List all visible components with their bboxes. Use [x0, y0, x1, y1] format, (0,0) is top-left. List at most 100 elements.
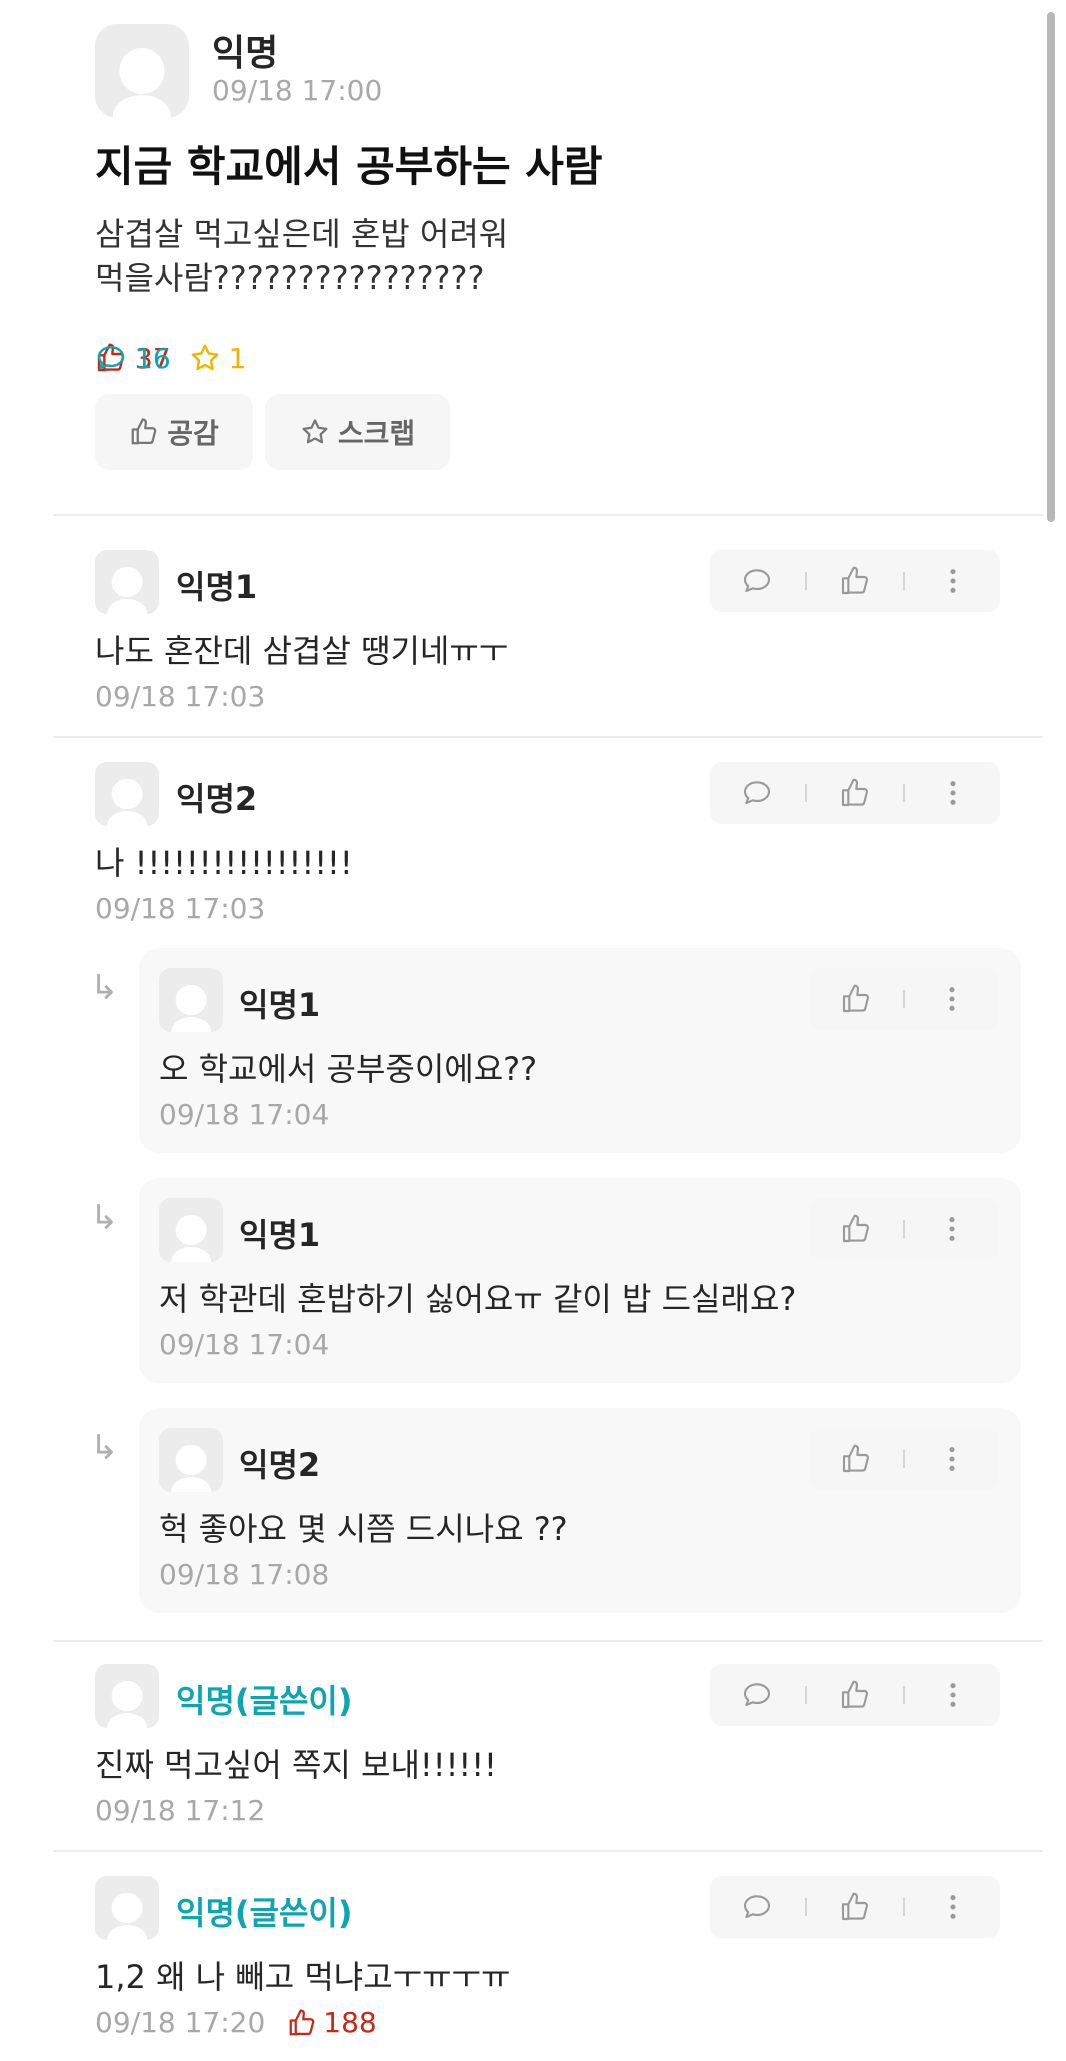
comment-author: 익명(글쓴이)	[176, 1682, 353, 1720]
divider	[53, 514, 1043, 516]
like-button[interactable]	[838, 1211, 874, 1247]
speech-bubble-icon	[743, 1683, 771, 1707]
comment-time: 09/18 17:03	[95, 680, 265, 713]
thumbs-up-icon	[841, 1892, 869, 1921]
comment-count-value: 16	[135, 341, 171, 375]
post-body-line: 삼겹살 먹고싶은데 혼밥 어려워	[95, 215, 509, 253]
like-button[interactable]	[837, 1889, 873, 1925]
speech-bubble-icon	[743, 1895, 771, 1919]
comment-actions	[710, 1664, 1000, 1726]
post-time: 09/18 17:00	[212, 74, 383, 107]
more-vertical-icon	[950, 1895, 956, 1919]
comment-time-value: 09/18 17:03	[95, 892, 266, 925]
comment: 익명(글쓴이) 1,2 왜 나 빼고 먹냐고ㅜㅠㅜㅠ 09/18 17:20 1…	[0, 1876, 1066, 2051]
reply-time-value: 09/18 17:08	[159, 1558, 330, 1591]
comment-time-value: 09/18 17:20	[95, 2006, 266, 2039]
separator	[902, 990, 905, 1008]
thumbs-up-icon	[131, 418, 157, 445]
speech-bubble-icon	[743, 781, 771, 805]
like-button[interactable]	[837, 775, 873, 811]
reply-actions	[809, 1428, 999, 1490]
post: 익명 09/18 17:00 지금 학교에서 공부하는 사람 삼겹살 먹고싶은데…	[0, 0, 1066, 515]
reply-arrow-icon: ↳	[90, 968, 119, 1008]
comment-actions	[710, 1876, 1000, 1938]
more-button[interactable]	[934, 981, 970, 1017]
thumbs-up-icon	[841, 566, 869, 595]
comment-count: 16	[95, 342, 1066, 375]
separator	[805, 1686, 807, 1704]
comment-text: 나도 혼잔데 삼겹살 땡기네ㅠㅜ	[95, 632, 509, 670]
reply: 익명2 헉 좋아요 몇 시쯤 드시나요 ?? 09/18 17:08	[139, 1408, 1021, 1613]
thumbs-up-icon	[841, 778, 869, 807]
reply-actions	[809, 1198, 999, 1260]
reply-time: 09/18 17:08	[159, 1558, 329, 1591]
reply: 익명1 오 학교에서 공부중이에요?? 09/18 17:04	[139, 948, 1021, 1153]
more-button[interactable]	[935, 563, 971, 599]
more-button[interactable]	[935, 775, 971, 811]
comment: 익명2 나 !!!!!!!!!!!!!!!!! 09/18 17:03	[0, 762, 1066, 937]
like-button[interactable]	[837, 1677, 873, 1713]
post-body: 삼겹살 먹고싶은데 혼밥 어려워 먹을사람????????????????	[95, 212, 508, 300]
scrap-button[interactable]: 스크랩	[265, 394, 450, 470]
like-button[interactable]: 공감	[95, 394, 253, 470]
avatar	[95, 24, 189, 118]
like-button-label: 공감	[167, 417, 219, 450]
separator	[902, 1220, 905, 1238]
more-button[interactable]	[935, 1889, 971, 1925]
avatar	[95, 1876, 159, 1940]
post-author: 익명	[212, 33, 279, 74]
comment-like-count-value: 188	[323, 2006, 377, 2039]
more-vertical-icon	[950, 569, 956, 593]
avatar	[95, 762, 159, 826]
reply-text: 저 학관데 혼밥하기 싫어요ㅠ 같이 밥 드실래요?	[159, 1280, 797, 1318]
comment: 익명1 나도 혼잔데 삼겹살 땡기네ㅠㅜ 09/18 17:03	[0, 550, 1066, 725]
reply-time: 09/18 17:04	[159, 1098, 329, 1131]
separator	[903, 1686, 905, 1704]
divider	[53, 1640, 1043, 1642]
reply-button[interactable]	[739, 775, 775, 811]
like-button[interactable]	[838, 981, 874, 1017]
comment-text: 진짜 먹고싶어 쪽지 보내!!!!!!	[95, 1746, 497, 1784]
separator	[902, 1450, 905, 1468]
more-button[interactable]	[934, 1211, 970, 1247]
more-vertical-icon	[949, 987, 955, 1011]
reply-button[interactable]	[739, 1677, 775, 1713]
reply-author: 익명2	[239, 1446, 321, 1484]
comment-author: 익명2	[176, 780, 258, 818]
reply-time: 09/18 17:04	[159, 1328, 329, 1361]
comment-text: 나 !!!!!!!!!!!!!!!!!	[95, 844, 353, 882]
comment-author: 익명(글쓴이)	[176, 1894, 353, 1932]
more-button[interactable]	[934, 1441, 970, 1477]
post-body-line: 먹을사람????????????????	[95, 259, 485, 297]
separator	[903, 784, 905, 802]
reply-text: 헉 좋아요 몇 시쯤 드시나요 ??	[159, 1510, 568, 1548]
comment-text: 1,2 왜 나 빼고 먹냐고ㅜㅠㅜㅠ	[95, 1958, 511, 1996]
divider	[53, 1850, 1043, 1852]
comment-actions	[710, 550, 1000, 612]
post-title: 지금 학교에서 공부하는 사람	[95, 142, 603, 191]
star-icon	[302, 419, 328, 444]
like-button[interactable]	[837, 563, 873, 599]
reply-author: 익명1	[239, 986, 321, 1024]
reply-text: 오 학교에서 공부중이에요??	[159, 1050, 538, 1088]
more-button[interactable]	[935, 1677, 971, 1713]
separator	[805, 784, 807, 802]
reply-time-value: 09/18 17:04	[159, 1328, 330, 1361]
avatar	[159, 1198, 223, 1262]
divider	[53, 736, 1043, 738]
comment-time-value: 09/18 17:12	[95, 1794, 266, 1827]
reply-button[interactable]	[739, 1889, 775, 1925]
reply-arrow-icon: ↳	[90, 1428, 119, 1468]
reply-time-value: 09/18 17:04	[159, 1098, 330, 1131]
speech-bubble-icon	[743, 569, 771, 593]
thumbs-up-icon	[842, 1444, 869, 1473]
like-button[interactable]	[838, 1441, 874, 1477]
separator	[903, 1898, 905, 1916]
reply-actions	[809, 968, 999, 1030]
separator	[903, 572, 905, 590]
speech-bubble-icon	[97, 346, 125, 370]
reply-button[interactable]	[739, 563, 775, 599]
comment-time-value: 09/18 17:03	[95, 680, 266, 713]
reply: 익명1 저 학관데 혼밥하기 싫어요ㅠ 같이 밥 드실래요? 09/18 17:…	[139, 1178, 1021, 1383]
comment: 익명(글쓴이) 진짜 먹고싶어 쪽지 보내!!!!!! 09/18 17:12	[0, 1664, 1066, 1839]
